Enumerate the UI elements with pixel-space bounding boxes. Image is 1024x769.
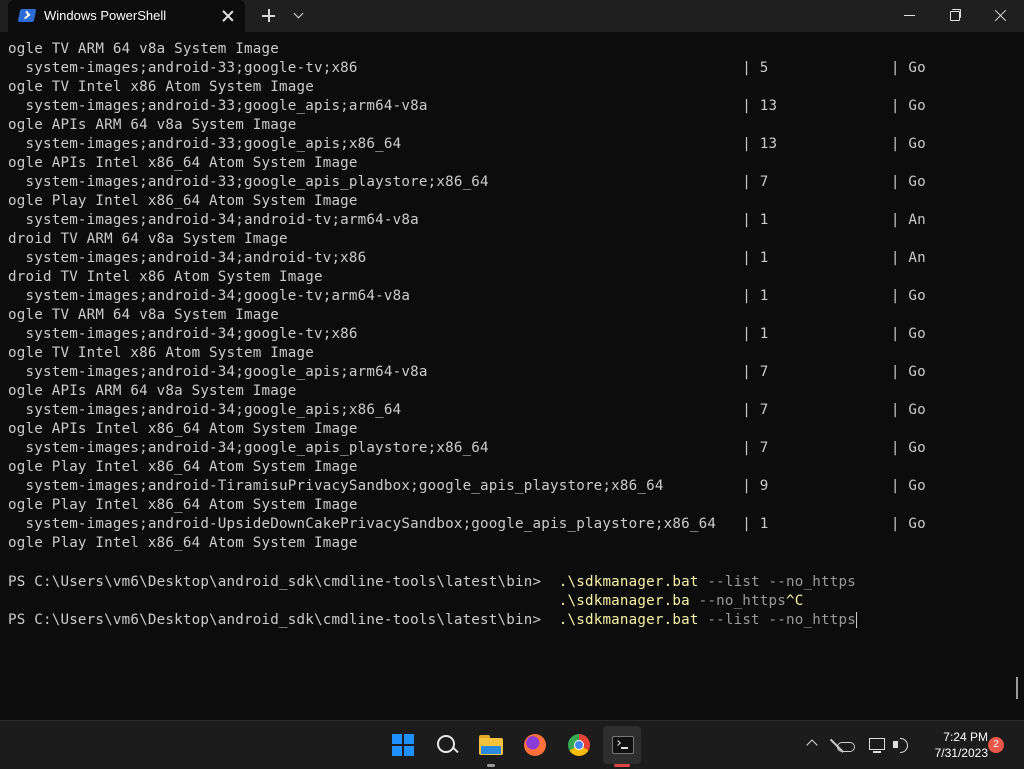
terminal-line: system-images;android-34;google-tv;arm64… (8, 288, 926, 304)
running-indicator (487, 764, 495, 767)
terminal-line: ogle TV ARM 64 v8a System Image (8, 41, 279, 57)
new-tab-icon[interactable] (259, 6, 279, 26)
title-bar: Windows PowerShell (0, 0, 1024, 32)
search-icon[interactable] (431, 729, 463, 761)
powershell-icon (17, 9, 37, 22)
continuation-line: .\sdkmanager.ba --no_https^C (8, 592, 857, 611)
terminal-line: ogle Play Intel x86_64 Atom System Image (8, 459, 358, 475)
terminal-line: system-images;android-34;google_apis;arm… (8, 364, 926, 380)
file-explorer-icon[interactable] (475, 729, 507, 761)
chrome-icon[interactable] (563, 729, 595, 761)
terminal-line: ogle TV ARM 64 v8a System Image (8, 307, 279, 323)
taskbar: 7:24 PM 7/31/2023 2 (0, 720, 1024, 769)
terminal-output: ogle TV ARM 64 v8a System Image system-i… (8, 40, 926, 572)
terminal-line: ogle APIs Intel x86_64 Atom System Image (8, 155, 358, 171)
terminal-line: system-images;android-33;google_apis_pla… (8, 174, 926, 190)
terminal-line: ogle APIs ARM 64 v8a System Image (8, 117, 297, 133)
minimize-button[interactable] (886, 0, 932, 32)
command-args: --no_https (689, 593, 787, 609)
terminal-line: ogle APIs ARM 64 v8a System Image (8, 383, 297, 399)
terminal-line: ogle Play Intel x86_64 Atom System Image (8, 497, 358, 513)
terminal-line: system-images;android-TiramisuPrivacySan… (8, 478, 926, 494)
terminal-icon[interactable] (603, 726, 641, 764)
terminal-line: system-images;android-33;google_apis;x86… (8, 136, 926, 152)
terminal-line: ogle Play Intel x86_64 Atom System Image (8, 193, 358, 209)
text-cursor (855, 612, 857, 628)
terminal-line: ogle TV Intel x86 Atom System Image (8, 79, 314, 95)
command-text: .\sdkmanager.bat (558, 612, 699, 628)
notification-badge[interactable]: 2 (988, 737, 1004, 753)
terminal-line: system-images;android-UpsideDownCakePriv… (8, 516, 926, 532)
terminal-line: droid TV ARM 64 v8a System Image (8, 231, 288, 247)
tab-title: Windows PowerShell (44, 8, 167, 23)
network-icon[interactable] (867, 735, 887, 755)
active-app-indicator (614, 764, 630, 767)
terminal-line: ogle Play Intel x86_64 Atom System Image (8, 535, 358, 551)
terminal-line: ogle APIs Intel x86_64 Atom System Image (8, 421, 358, 437)
command-history: PS C:\Users\vm6\Desktop\android_sdk\cmdl… (8, 573, 857, 630)
active-prompt-line[interactable]: PS C:\Users\vm6\Desktop\android_sdk\cmdl… (8, 611, 857, 630)
onedrive-icon[interactable] (835, 735, 855, 755)
terminal-line: system-images;android-34;android-tv;arm6… (8, 212, 926, 228)
chevron-up-icon[interactable] (803, 735, 823, 755)
clock-time: 7:24 PM (943, 730, 988, 744)
command-args: --list --no_https (698, 612, 856, 628)
clock[interactable]: 7:24 PM 7/31/2023 (918, 729, 988, 761)
command-args: --list --no_https (698, 574, 856, 590)
terminal-line: system-images;android-34;android-tv;x86 … (8, 250, 926, 266)
command-text: .\sdkmanager.ba (558, 593, 690, 609)
clock-date: 7/31/2023 (934, 746, 988, 760)
close-window-button[interactable] (978, 0, 1024, 32)
terminal-line: system-images;android-34;google-tv;x86 |… (8, 326, 926, 342)
terminal-line: system-images;android-33;google-tv;x86 |… (8, 60, 926, 76)
close-tab-icon[interactable] (218, 6, 238, 26)
terminal-line: system-images;android-33;google_apis;arm… (8, 98, 926, 114)
start-icon[interactable] (387, 729, 419, 761)
scrollbar-thumb[interactable] (1016, 677, 1018, 699)
volume-icon[interactable] (891, 735, 911, 755)
firefox-icon[interactable] (519, 729, 551, 761)
chevron-down-icon[interactable] (289, 6, 309, 26)
terminal-line: system-images;android-34;google_apis_pla… (8, 440, 926, 456)
ctrl-c-marker: ^C (786, 593, 804, 609)
terminal-line: ogle TV Intel x86 Atom System Image (8, 345, 314, 361)
maximize-button[interactable] (932, 0, 978, 32)
terminal-pane[interactable]: ogle TV ARM 64 v8a System Image system-i… (0, 32, 1024, 720)
terminal-line: system-images;android-34;google_apis;x86… (8, 402, 926, 418)
prompt-line: PS C:\Users\vm6\Desktop\android_sdk\cmdl… (8, 574, 856, 590)
tab-windows-powershell[interactable]: Windows PowerShell (8, 0, 245, 32)
terminal-line: droid TV Intel x86 Atom System Image (8, 269, 323, 285)
command-text: .\sdkmanager.bat (558, 574, 699, 590)
